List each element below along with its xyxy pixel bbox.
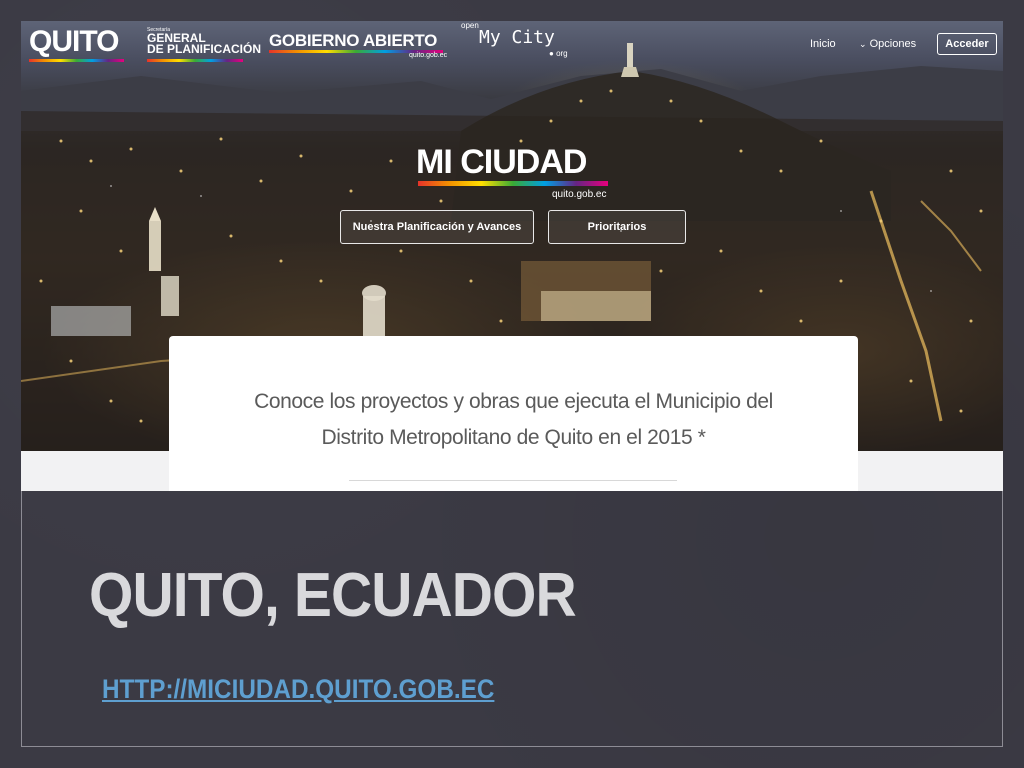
chevron-down-icon: ⌄	[859, 39, 867, 49]
org-label-text: org	[556, 49, 568, 58]
nav-opciones-label: Opciones	[869, 38, 917, 50]
acceder-button[interactable]: Acceder	[937, 33, 997, 55]
intro-text-line1: Conoce los proyectos y obras que ejecuta…	[254, 390, 773, 413]
open-label: open	[461, 21, 479, 30]
nav-opciones[interactable]: ⌄ Opciones	[859, 38, 916, 50]
miciudad-domain: quito.gob.ec	[552, 189, 607, 200]
gobierno-abierto-logo[interactable]: GOBIERNO ABIERTO	[269, 31, 437, 51]
site-header: QUITO Secretaría GENERAL DE PLANIFICACIÓ…	[21, 21, 1003, 65]
slide-title: QUITO, ECUADOR	[89, 561, 577, 630]
secretaria-line2: DE PLANIFICACIÓN	[147, 42, 261, 56]
planificacion-avances-button[interactable]: Nuestra Planificación y Avances	[340, 210, 534, 244]
gobierno-domain: quito.gob.ec	[409, 52, 448, 59]
intro-divider	[349, 480, 677, 481]
secretaria-planificacion-logo[interactable]: Secretaría GENERAL DE PLANIFICACIÓN	[147, 27, 261, 55]
website-screenshot: QUITO Secretaría GENERAL DE PLANIFICACIÓ…	[21, 21, 1003, 491]
miciudad-url-link[interactable]: HTTP://MICIUDAD.QUITO.GOB.EC	[102, 674, 494, 705]
quito-logo[interactable]: QUITO	[29, 25, 119, 59]
intro-text: Conoce los proyectos y obras que ejecuta…	[169, 384, 858, 456]
miciudad-brand-stripe	[418, 181, 608, 186]
miciudad-brand-logo: MI CIUDAD	[416, 143, 587, 181]
mycity-logo[interactable]: My City	[479, 27, 555, 48]
prioritarios-button[interactable]: Prioritarios	[548, 210, 686, 244]
intro-card: Conoce los proyectos y obras que ejecuta…	[169, 336, 858, 491]
intro-text-line2: Distrito Metropolitano de Quito en el 20…	[321, 426, 706, 449]
org-label: ● org	[549, 49, 568, 58]
secretaria-logo-stripe	[147, 59, 243, 62]
nav-inicio[interactable]: Inicio	[810, 38, 836, 50]
quito-logo-stripe	[29, 59, 124, 62]
